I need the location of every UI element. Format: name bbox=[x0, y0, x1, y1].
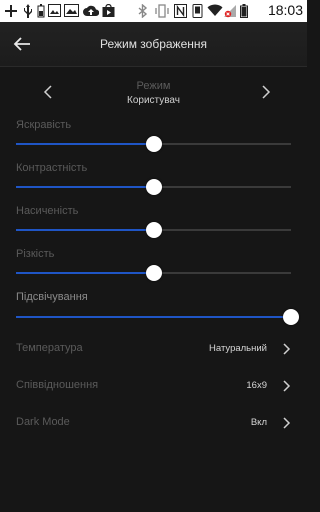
brightness-slider-thumb[interactable] bbox=[145, 136, 162, 152]
backlight-slider[interactable] bbox=[16, 309, 299, 325]
chevron-right-icon bbox=[283, 417, 291, 429]
wifi-icon bbox=[207, 4, 223, 16]
page-title: Режим зображення bbox=[99, 37, 208, 51]
sharpness-track-rest bbox=[153, 272, 291, 274]
temperature-row[interactable]: Температура Натуральний bbox=[0, 334, 307, 364]
nfc-icon bbox=[174, 4, 187, 18]
image-icon bbox=[48, 4, 61, 17]
brightness-track-rest bbox=[153, 143, 291, 145]
dark-mode-label: Dark Mode bbox=[16, 416, 70, 428]
bluetooth-icon bbox=[138, 4, 148, 18]
saturation-label: Насиченість bbox=[16, 205, 79, 217]
aspect-ratio-label: Співвідношення bbox=[16, 379, 99, 391]
add-icon bbox=[5, 5, 17, 17]
chevron-right-icon[interactable] bbox=[258, 82, 274, 102]
vibrate-icon bbox=[155, 4, 169, 18]
sharpness-slider[interactable] bbox=[16, 265, 291, 281]
play-store-icon bbox=[102, 4, 115, 17]
backlight-slider-thumb[interactable] bbox=[283, 309, 299, 325]
contrast-slider[interactable] bbox=[16, 179, 291, 195]
mode-selector: Режим Користувач bbox=[0, 72, 307, 112]
contrast-slider-thumb[interactable] bbox=[145, 179, 162, 195]
sharpness-slider-thumb[interactable] bbox=[145, 265, 162, 281]
sharpness-label: Різкість bbox=[16, 248, 55, 260]
chevron-right-icon bbox=[283, 343, 291, 355]
contrast-track-rest bbox=[153, 186, 291, 188]
app-bar: Режим зображення bbox=[0, 22, 307, 67]
brightness-label: Яскравість bbox=[16, 119, 72, 131]
saturation-slider-thumb[interactable] bbox=[145, 222, 162, 238]
clock: 18:03 bbox=[267, 2, 303, 18]
battery-small-icon bbox=[37, 4, 45, 18]
temperature-value: Натуральний bbox=[209, 343, 267, 354]
chevron-right-icon bbox=[283, 380, 291, 392]
saturation-track-rest bbox=[153, 229, 291, 231]
cloud-upload-icon bbox=[83, 5, 99, 16]
backlight-label: Підсвічування bbox=[16, 291, 88, 303]
image-icon bbox=[64, 4, 79, 17]
temperature-label: Температура bbox=[16, 342, 83, 354]
battery-icon bbox=[240, 4, 248, 18]
saturation-slider[interactable] bbox=[16, 222, 291, 238]
brightness-slider[interactable] bbox=[16, 136, 291, 152]
phone-icon bbox=[192, 4, 203, 18]
usb-icon bbox=[24, 4, 32, 18]
aspect-ratio-row[interactable]: Співвідношення 16x9 bbox=[0, 371, 307, 401]
dark-mode-row[interactable]: Dark Mode Вкл bbox=[0, 408, 307, 438]
dark-mode-value: Вкл bbox=[250, 417, 267, 428]
aspect-ratio-value: 16x9 bbox=[246, 380, 267, 391]
signal-no-sim-icon bbox=[224, 5, 236, 18]
contrast-label: Контрастність bbox=[16, 162, 88, 174]
status-bar: 18:03 bbox=[0, 0, 307, 22]
